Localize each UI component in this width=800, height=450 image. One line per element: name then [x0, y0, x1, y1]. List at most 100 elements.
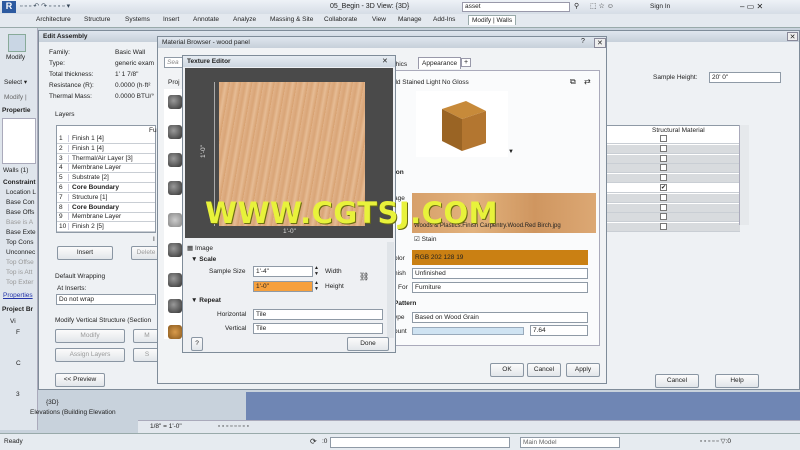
tree-item[interactable]: F — [16, 329, 20, 336]
prop-row[interactable]: Base Offs — [6, 209, 34, 216]
walls-count[interactable]: Walls (1) — [3, 167, 28, 174]
layer-row[interactable]: 7 Structure [1] — [57, 193, 155, 203]
structural-material-checkbox[interactable] — [660, 213, 667, 221]
cancel-button[interactable]: Cancel — [655, 374, 699, 388]
horizontal-select[interactable]: Tile — [253, 309, 383, 320]
apply-button[interactable]: Apply — [566, 363, 600, 377]
layer-row[interactable]: 9 Membrane Layer — [57, 213, 155, 223]
tab-add-ins[interactable]: Add-Ins — [433, 16, 455, 23]
tree-item[interactable]: 3 — [16, 391, 20, 398]
layer-row[interactable]: 4 Membrane Layer — [57, 164, 155, 174]
tab-insert[interactable]: Insert — [163, 16, 179, 23]
help-button[interactable]: Help — [715, 374, 759, 388]
duplicate-asset-icon[interactable]: ⧉ — [570, 77, 576, 87]
prop-row[interactable]: Base Exte — [6, 229, 36, 236]
tab-collaborate[interactable]: Collaborate — [324, 16, 357, 23]
tab-massing-site[interactable]: Massing & Site — [270, 16, 313, 23]
quick-access-toolbar[interactable]: ▫ ▫ ▫ ↶ ↷ ▫ ▫ ▫ ▫ ▾ — [20, 2, 70, 10]
chevron-down-icon[interactable]: ▼ — [508, 149, 514, 155]
3d-viewport[interactable] — [246, 392, 800, 420]
finish-select[interactable]: Unfinished — [412, 268, 588, 279]
structural-material-checkbox[interactable] — [660, 223, 667, 231]
close-icon[interactable]: ✕ — [382, 57, 388, 65]
repeat-section[interactable]: ▼ Repeat — [191, 297, 221, 304]
link-icon[interactable]: ⛓ — [359, 272, 369, 281]
window-controls[interactable]: – ▭ ✕ — [740, 2, 763, 11]
sync-icon[interactable]: ⟳ — [310, 437, 317, 446]
cancel-button[interactable]: Cancel — [527, 363, 561, 377]
material-swatch[interactable] — [168, 299, 182, 313]
structural-material-checkbox[interactable] — [660, 174, 667, 182]
revit-logo[interactable]: R — [2, 1, 16, 13]
type-selector[interactable] — [2, 118, 36, 164]
vertical-select[interactable]: Tile — [253, 323, 383, 334]
design-option-select[interactable]: Main Model — [520, 437, 620, 448]
tab-architecture[interactable]: Architecture — [36, 16, 71, 23]
structural-material-checkbox[interactable] — [660, 154, 667, 162]
prop-row[interactable]: Top Cons — [6, 239, 33, 246]
material-swatch[interactable] — [168, 325, 182, 339]
layer-row[interactable]: 2 Finish 1 [4] — [57, 144, 155, 154]
help-button[interactable]: ? — [191, 337, 203, 351]
search-input[interactable]: asset — [462, 2, 570, 12]
modify-tool-icon[interactable] — [8, 34, 26, 52]
tree-item-3d[interactable]: {3D} — [46, 399, 59, 406]
structural-material-checkbox[interactable] — [660, 135, 667, 142]
structural-material-checkbox[interactable] — [660, 144, 667, 152]
tab-appearance[interactable]: Appearance — [418, 57, 462, 69]
selection-tools-icons[interactable]: ▫ ▫ ▫ ▫ ▫ ▽:0 — [700, 437, 731, 445]
material-swatch[interactable] — [168, 273, 182, 287]
tab-analyze[interactable]: Analyze — [233, 16, 256, 23]
tree-item-elevations[interactable]: Elevations (Building Elevation — [30, 409, 116, 416]
structural-material-checkbox[interactable]: ✔ — [660, 184, 667, 191]
scrollbar[interactable] — [739, 125, 749, 225]
prop-row[interactable]: Top is Att — [6, 269, 32, 276]
ok-button[interactable]: OK — [490, 363, 524, 377]
prop-row[interactable]: Top Offse — [6, 259, 34, 266]
texture-scrollbar[interactable] — [387, 242, 394, 338]
structural-material-checkbox[interactable] — [660, 193, 667, 201]
height-field[interactable]: 1'-0" — [253, 281, 313, 292]
workset-select[interactable] — [330, 437, 510, 448]
modify-button[interactable]: Modify — [55, 329, 125, 343]
tab-annotate[interactable]: Annotate — [193, 16, 219, 23]
structural-material-checkbox[interactable] — [660, 203, 667, 211]
tab-view[interactable]: View — [372, 16, 386, 23]
close-icon[interactable]: ✕ — [787, 32, 798, 41]
amount-field[interactable]: 7.64 — [530, 325, 588, 336]
prop-row[interactable]: Base Con — [6, 199, 35, 206]
tab-manage[interactable]: Manage — [398, 16, 422, 23]
help-icon[interactable]: ? — [581, 38, 585, 45]
prop-row[interactable]: Location L — [6, 189, 36, 196]
material-swatch[interactable] — [168, 213, 182, 227]
structural-material-checkbox[interactable] — [660, 164, 667, 172]
layer-row[interactable]: 8 Core Boundary — [57, 203, 155, 213]
material-swatch[interactable] — [168, 243, 182, 257]
tab-modify-walls[interactable]: Modify | Walls — [468, 15, 517, 25]
color-swatch[interactable]: RGB 202 128 19 — [412, 250, 588, 265]
select-dropdown[interactable]: Select ▾ — [4, 78, 27, 86]
view-tools-icons[interactable]: ▫ ▫ ▫ ▫ ▫ ▫ ▫ ▫ — [218, 423, 249, 430]
sample-size-width-field[interactable]: 1'-4" — [253, 266, 313, 277]
replace-asset-icon[interactable]: ⇄ — [584, 77, 591, 86]
at-inserts-select[interactable]: Do not wrap — [56, 294, 156, 305]
material-swatch[interactable] — [168, 153, 182, 167]
sign-in-button[interactable]: Sign In — [650, 3, 670, 10]
tab-systems[interactable]: Systems — [125, 16, 150, 23]
view-scale[interactable]: 1/8" = 1'-0" — [150, 423, 182, 430]
material-swatch[interactable] — [168, 95, 182, 109]
tree-item[interactable]: Vi — [10, 318, 16, 325]
stain-checkbox[interactable]: ☑ Stain — [414, 235, 436, 243]
sample-height-field[interactable]: 20' 0" — [709, 72, 781, 83]
layer-row[interactable]: 3 Thermal/Air Layer [3] — [57, 154, 155, 164]
material-swatch[interactable] — [168, 125, 182, 139]
layer-row[interactable]: 6 Core Boundary — [57, 184, 155, 193]
material-swatch[interactable] — [168, 181, 182, 195]
search-icon[interactable]: ⚲ — [574, 2, 579, 10]
infocenter-icons[interactable]: ⬚ ☆ ☺ — [590, 2, 614, 10]
preview-button[interactable]: << Preview — [55, 373, 105, 387]
close-icon[interactable]: ✕ — [594, 38, 606, 48]
prop-row[interactable]: Unconnec — [6, 249, 35, 256]
amount-slider[interactable] — [412, 327, 524, 335]
spinner-icon[interactable]: ▲ ▼ — [314, 265, 319, 277]
